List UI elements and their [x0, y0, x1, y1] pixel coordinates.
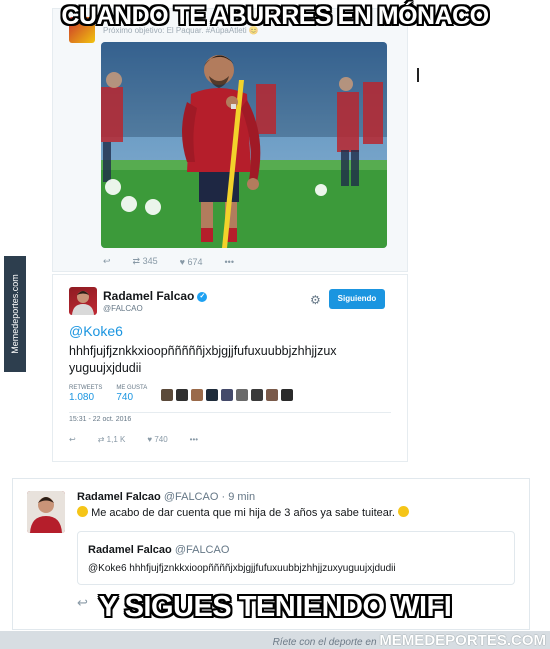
retweet-button[interactable]: ⇄ 345 [133, 256, 158, 267]
quoted-tweet[interactable]: Radamel Falcao @FALCAO @Koke6 hhhfjujfjz… [77, 531, 515, 585]
likes-stat[interactable]: ME GUSTA 740 [116, 385, 147, 403]
tweet-photo[interactable] [101, 42, 387, 248]
liker-avatar[interactable] [266, 389, 279, 401]
tweet-date[interactable]: 15:31 - 22 oct. 2016 [69, 416, 131, 423]
tweet-2-card: Radamel Falcao ✓ @FALCAO ⚙ Siguiendo @Kok… [52, 274, 408, 462]
retweet-icon: ⇄ [97, 435, 105, 444]
falcao-name[interactable]: Radamel Falcao ✓ [103, 289, 208, 303]
tweet-3-text: Me acabo de dar cuenta que mi hija de 3 … [77, 506, 410, 519]
like-button[interactable]: ♥ 674 [180, 257, 203, 267]
tweet-2-actions: ↩ ⇄ 1,1 K ♥ 740 ••• [69, 435, 198, 444]
training-photo [101, 42, 387, 248]
retweet-icon: ⇄ [132, 256, 141, 266]
falcao-name[interactable]: Radamel Falcao [77, 491, 161, 503]
emoji-icon [77, 506, 88, 517]
tweet-3-header: Radamel Falcao @FALCAO · 9 min [77, 491, 255, 503]
tweet-time[interactable]: · 9 min [221, 491, 255, 503]
text-cursor [417, 68, 419, 82]
bottom-caption: Y SIGUES TENIENDO WIFI [98, 591, 452, 623]
footer-text: Ríete con el deporte en MEMEDEPORTES.COM [272, 632, 546, 649]
verified-badge-icon: ✓ [197, 291, 208, 302]
heart-icon: ♥ [147, 435, 153, 444]
liker-avatar[interactable] [161, 389, 174, 401]
reply-icon[interactable]: ↩ [103, 256, 111, 267]
tweet-text: hhhfjujfjznkkxioopñññññjxbjgjjfufuxuubbj… [69, 344, 337, 375]
reply-icon[interactable]: ↩ [69, 435, 76, 444]
liker-avatar[interactable] [206, 389, 219, 401]
retweets-stat[interactable]: RETWEETS 1.080 [69, 385, 102, 403]
liker-avatar[interactable] [191, 389, 204, 401]
liker-avatar[interactable] [221, 389, 234, 401]
heart-icon: ♥ [179, 256, 185, 267]
laughing-emoji-icon [398, 506, 410, 517]
gear-icon[interactable]: ⚙ [310, 293, 321, 307]
liker-avatar[interactable] [251, 389, 264, 401]
mention-link[interactable]: @Koke6 [69, 323, 123, 339]
likers-avatars [161, 389, 294, 401]
falcao-avatar[interactable] [27, 491, 65, 533]
more-icon[interactable]: ••• [190, 435, 198, 444]
footer-brand[interactable]: MEMEDEPORTES.COM [379, 632, 546, 649]
liker-avatar[interactable] [236, 389, 249, 401]
liker-avatar[interactable] [281, 389, 294, 401]
falcao-handle[interactable]: @FALCAO [164, 491, 219, 503]
divider [69, 412, 391, 413]
side-watermark: Memedeportes.com [4, 256, 26, 372]
like-button[interactable]: ♥ 740 [147, 435, 167, 444]
tweet-1-actions: ↩ ⇄ 345 ♥ 674 ••• [103, 256, 234, 267]
falcao-avatar[interactable] [69, 287, 97, 315]
retweet-button[interactable]: ⇄ 1,1 K [98, 435, 126, 444]
top-caption: CUANDO TE ABURRES EN MÓNACO [61, 2, 489, 30]
quote-text: @Koke6 hhhfjujfjznkkxioopññññjxbjgjjfufu… [88, 563, 396, 574]
following-button[interactable]: Siguiendo [329, 289, 385, 309]
tweet-1-card: Próximo objetivo: El Paquar. #AúpaAtleti… [52, 8, 408, 272]
footer-watermark: Ríete con el deporte en MEMEDEPORTES.COM [0, 631, 550, 649]
more-icon[interactable]: ••• [225, 257, 234, 267]
quote-header: Radamel Falcao @FALCAO [88, 544, 230, 556]
liker-avatar[interactable] [176, 389, 189, 401]
falcao-handle[interactable]: @FALCAO [103, 304, 143, 313]
tweet-stats: RETWEETS 1.080 ME GUSTA 740 [69, 385, 294, 403]
